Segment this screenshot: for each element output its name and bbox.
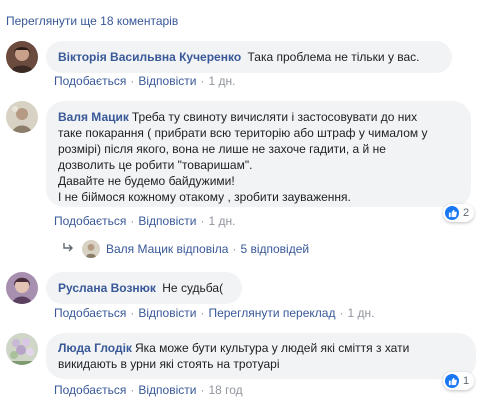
comment-author[interactable]: Руслана Вознюк [58,281,156,295]
view-more-comments-link[interactable]: Переглянути ще 18 коментарів [6,14,178,28]
comment-text-line: таке покарання ( прибрати всю територію … [58,126,428,140]
comment-actions: Подобається · Відповісти · 18 год [54,383,243,397]
comment-timestamp[interactable]: 1 дн. [347,306,374,320]
comment-timestamp[interactable]: 1 дн. [208,214,235,228]
separator-dot: · [200,306,205,320]
comment-text-line: І не біймося кожному отакому , зробити з… [58,190,351,204]
separator-dot: · [200,383,205,397]
comment-text-line: дозволить це робити "товаришам". [58,158,253,172]
comment-bubble: Валя Мацик Треба ту свиноту вичисляти і з… [46,101,471,207]
reply-button[interactable]: Відповісти [138,306,196,320]
avatar[interactable] [6,101,38,133]
comment-text-line: Давайте не будемо байдужими! [58,174,235,188]
avatar[interactable] [6,41,38,73]
replies-author[interactable]: Валя Мацик [106,242,173,256]
comment-bubble: Руслана Вознюк Не судьба( [46,272,242,304]
comment-author[interactable]: Люда Глодік [58,341,132,355]
avatar[interactable] [6,333,38,365]
comment-actions: Подобається · Відповісти · 1 дн. [54,74,235,88]
comment-actions: Подобається · Відповісти · Переглянути перек… [54,306,374,320]
reply-button[interactable]: Відповісти [138,383,196,397]
see-translation-button[interactable]: Переглянути переклад [208,306,335,320]
comment-timestamp[interactable]: 1 дн. [208,74,235,88]
comment-text-line: Яка може бути культура у людей які смітт… [134,341,410,355]
like-button[interactable]: Подобається [54,214,126,228]
separator-dot: · [130,74,135,88]
view-replies-link[interactable]: Валя Мацик відповіла · 5 відповідей [62,240,309,258]
separator-dot: · [232,242,237,256]
comment-text: Не судьба( [162,281,224,295]
like-button[interactable]: Подобається [54,383,126,397]
reaction-count: 2 [463,207,470,219]
like-button[interactable]: Подобається [54,306,126,320]
comment-author[interactable]: Вікторія Васильвна Кучеренко [58,50,241,64]
comment-author[interactable]: Валя Мацик [58,110,129,124]
separator-dot: · [130,306,135,320]
comment-text: Така проблема не тільки у вас. [247,50,420,64]
comment-actions: Подобається · Відповісти · 1 дн. [54,214,235,228]
like-button[interactable]: Подобається [54,74,126,88]
separator-dot: · [130,214,135,228]
avatar[interactable] [6,272,38,304]
replies-count[interactable]: 5 відповідей [240,242,309,256]
separator-dot: · [339,306,344,320]
avatar [82,240,100,258]
replies-verb: відповіла [176,242,229,256]
reply-button[interactable]: Відповісти [138,214,196,228]
separator-dot: · [200,74,205,88]
separator-dot: · [130,383,135,397]
reaction-badge[interactable]: 1 [443,372,475,390]
comment-bubble: Люда Глодік Яка може бути культура у люде… [46,333,476,379]
reply-arrow-icon [62,242,76,257]
separator-dot: · [200,214,205,228]
comment-text-line: розмірі) після якого, вона не лише не за… [58,142,386,156]
like-icon [445,206,459,220]
comment-bubble: Вікторія Васильвна Кучеренко Така пробле… [46,41,452,73]
like-icon [445,374,459,388]
reaction-badge[interactable]: 2 [443,204,475,222]
comment-timestamp[interactable]: 18 год [208,383,242,397]
comment-text-line: викидають в урни які стоять на тротуарі [58,357,280,371]
reaction-count: 1 [463,375,470,387]
reply-button[interactable]: Відповісти [138,74,196,88]
comment-text-line: Треба ту свиноту вичисляти і застосовува… [131,110,418,124]
